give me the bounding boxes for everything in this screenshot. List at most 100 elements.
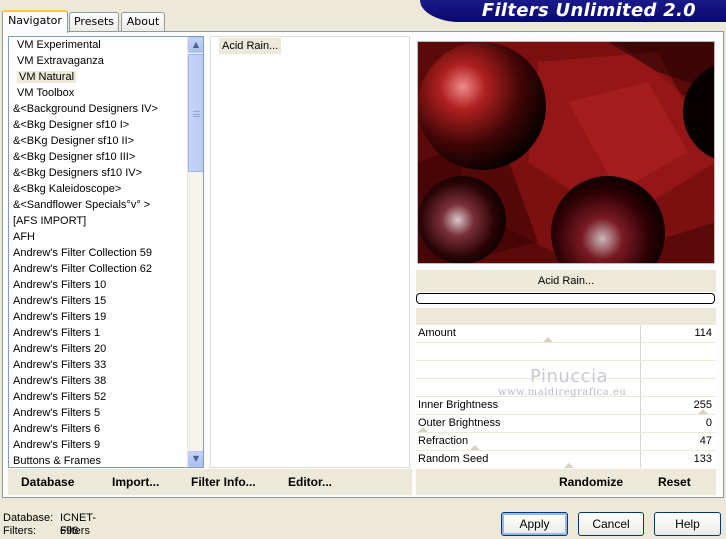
scroll-thumb[interactable] [188, 54, 203, 172]
param-value: 0 [705, 417, 712, 429]
category-item[interactable]: Andrew's Filters 10 [9, 277, 203, 293]
database-button[interactable]: Database [21, 475, 74, 489]
param-label: Random Seed [418, 453, 489, 465]
param-row[interactable]: Inner Brightness 255 [416, 397, 716, 414]
category-label: Andrew's Filters 9 [13, 439, 101, 451]
category-label: Andrew's Filters 19 [13, 311, 107, 323]
param-row[interactable]: Random Seed 133 [416, 451, 716, 468]
parameter-button-bar: Randomize Reset [416, 469, 716, 495]
category-scrollbar[interactable]: ▲ ▼ [187, 37, 203, 467]
category-label: Andrew's Filter Collection 59 [13, 247, 153, 259]
category-item[interactable]: Andrew's Filters 6 [9, 421, 203, 437]
editor-button[interactable]: Editor... [288, 475, 332, 489]
apply-button[interactable]: Apply [501, 512, 568, 536]
title-banner: Filters Unlimited 2.0 [420, 0, 726, 22]
param-row[interactable]: Outer Brightness 0 [416, 415, 716, 432]
cancel-button[interactable]: Cancel [578, 512, 644, 536]
category-label: VM Toolbox [17, 87, 75, 99]
scroll-down-icon[interactable]: ▼ [188, 451, 203, 467]
category-label: Andrew's Filters 52 [13, 391, 107, 403]
category-item[interactable]: [AFS IMPORT] [9, 213, 203, 229]
category-item[interactable]: Andrew's Filters 19 [9, 309, 203, 325]
category-item[interactable]: &<Bkg Designer sf10 I> [9, 117, 203, 133]
category-item[interactable]: Andrew's Filter Collection 62 [9, 261, 203, 277]
randomize-button[interactable]: Randomize [559, 475, 623, 489]
slider-handle-icon[interactable] [564, 463, 574, 468]
import-button[interactable]: Import... [112, 475, 159, 489]
param-value: 255 [693, 399, 712, 411]
tab-about[interactable]: About [121, 12, 165, 32]
category-label: &<Bkg Designer sf10 III> [13, 151, 136, 163]
slider-handle-icon[interactable] [543, 337, 553, 342]
category-label: Andrew's Filter Collection 62 [13, 263, 153, 275]
category-item[interactable]: Andrew's Filters 38 [9, 373, 203, 389]
slider-handle-icon[interactable] [470, 445, 480, 450]
filter-item-acid-rain[interactable]: Acid Rain... [219, 38, 282, 54]
param-value: 133 [693, 453, 712, 465]
category-label: Buttons & Frames [13, 455, 102, 467]
watermark-name: Pinuccia [530, 366, 609, 387]
filters-label: Filters: [3, 525, 36, 537]
category-item[interactable]: VM Experimental [9, 37, 203, 53]
category-item[interactable]: Andrew's Filters 52 [9, 389, 203, 405]
category-item[interactable]: &<Sandflower Specials°v° > [9, 197, 203, 213]
reset-button[interactable]: Reset [658, 475, 691, 489]
category-item[interactable]: VM Extravaganza [9, 53, 203, 69]
category-item[interactable]: Andrew's Filters 20 [9, 341, 203, 357]
param-label: Amount [418, 327, 456, 339]
category-item[interactable]: AFH [9, 229, 203, 245]
category-list[interactable]: VM Experimental VM Extravaganza VM Natural… [8, 36, 204, 468]
category-label: &<Bkg Designer sf10 I> [13, 119, 130, 131]
category-label: Andrew's Filters 33 [13, 359, 107, 371]
param-label: Refraction [418, 435, 469, 447]
param-label: Outer Brightness [418, 417, 501, 429]
category-item[interactable]: VM Natural [9, 69, 203, 85]
category-label: Andrew's Filters 20 [13, 343, 107, 355]
param-row[interactable]: Amount 114 [416, 325, 716, 342]
selected-filter-name: Acid Rain... [416, 270, 716, 292]
category-label: VM Natural [17, 71, 77, 83]
category-label: Andrew's Filters 10 [13, 279, 107, 291]
category-item[interactable]: Andrew's Filter Collection 59 [9, 245, 203, 261]
tab-navigator[interactable]: Navigator [2, 10, 68, 33]
category-item[interactable]: Andrew's Filters 1 [9, 325, 203, 341]
category-label: AFH [13, 231, 35, 243]
app-title: Filters Unlimited 2.0 [481, 0, 696, 21]
category-label: [AFS IMPORT] [13, 215, 87, 227]
category-label: &<Bkg Designers sf10 IV> [13, 167, 143, 179]
param-row[interactable]: Refraction 47 [416, 433, 716, 450]
category-label: Andrew's Filters 1 [13, 327, 101, 339]
category-label: Andrew's Filters 38 [13, 375, 107, 387]
help-button[interactable]: Help [654, 512, 721, 536]
preview-image [417, 41, 715, 264]
navigator-button-bar: Database Import... Filter Info... Editor… [8, 469, 412, 495]
filter-list[interactable]: Acid Rain... [210, 36, 410, 468]
progress-bar [416, 293, 715, 304]
category-item[interactable]: &<Bkg Designer sf10 III> [9, 149, 203, 165]
category-label: VM Experimental [17, 39, 101, 51]
category-item[interactable]: &<Bkg Kaleidoscope> [9, 181, 203, 197]
category-item[interactable]: &<BKg Designer sf10 II> [9, 133, 203, 149]
watermark-url: www.maidiregrafica.eu [498, 387, 627, 398]
category-item[interactable]: Buttons & Frames [9, 453, 203, 467]
scroll-up-icon[interactable]: ▲ [188, 37, 203, 53]
tab-presets[interactable]: Presets [69, 12, 119, 32]
category-item[interactable]: &<Bkg Designers sf10 IV> [9, 165, 203, 181]
param-value: 114 [694, 327, 712, 339]
category-label: &<Sandflower Specials°v° > [13, 199, 151, 211]
database-label: Database: [3, 512, 54, 524]
category-item[interactable]: Andrew's Filters 33 [9, 357, 203, 373]
category-item[interactable]: Andrew's Filters 9 [9, 437, 203, 453]
category-item[interactable]: &<Background Designers IV> [9, 101, 203, 117]
category-item[interactable]: VM Toolbox [9, 85, 203, 101]
category-label: Andrew's Filters 15 [13, 295, 107, 307]
category-label: &<Background Designers IV> [13, 103, 158, 115]
filter-info-button[interactable]: Filter Info... [191, 475, 256, 489]
param-row-empty [416, 343, 716, 360]
category-label: &<Bkg Kaleidoscope> [13, 183, 122, 195]
category-label: &<BKg Designer sf10 II> [13, 135, 135, 147]
category-label: Andrew's Filters 5 [13, 407, 101, 419]
footer-info: Database: ICNET-Filters Filters: 696 [3, 512, 96, 538]
category-item[interactable]: Andrew's Filters 5 [9, 405, 203, 421]
category-item[interactable]: Andrew's Filters 15 [9, 293, 203, 309]
